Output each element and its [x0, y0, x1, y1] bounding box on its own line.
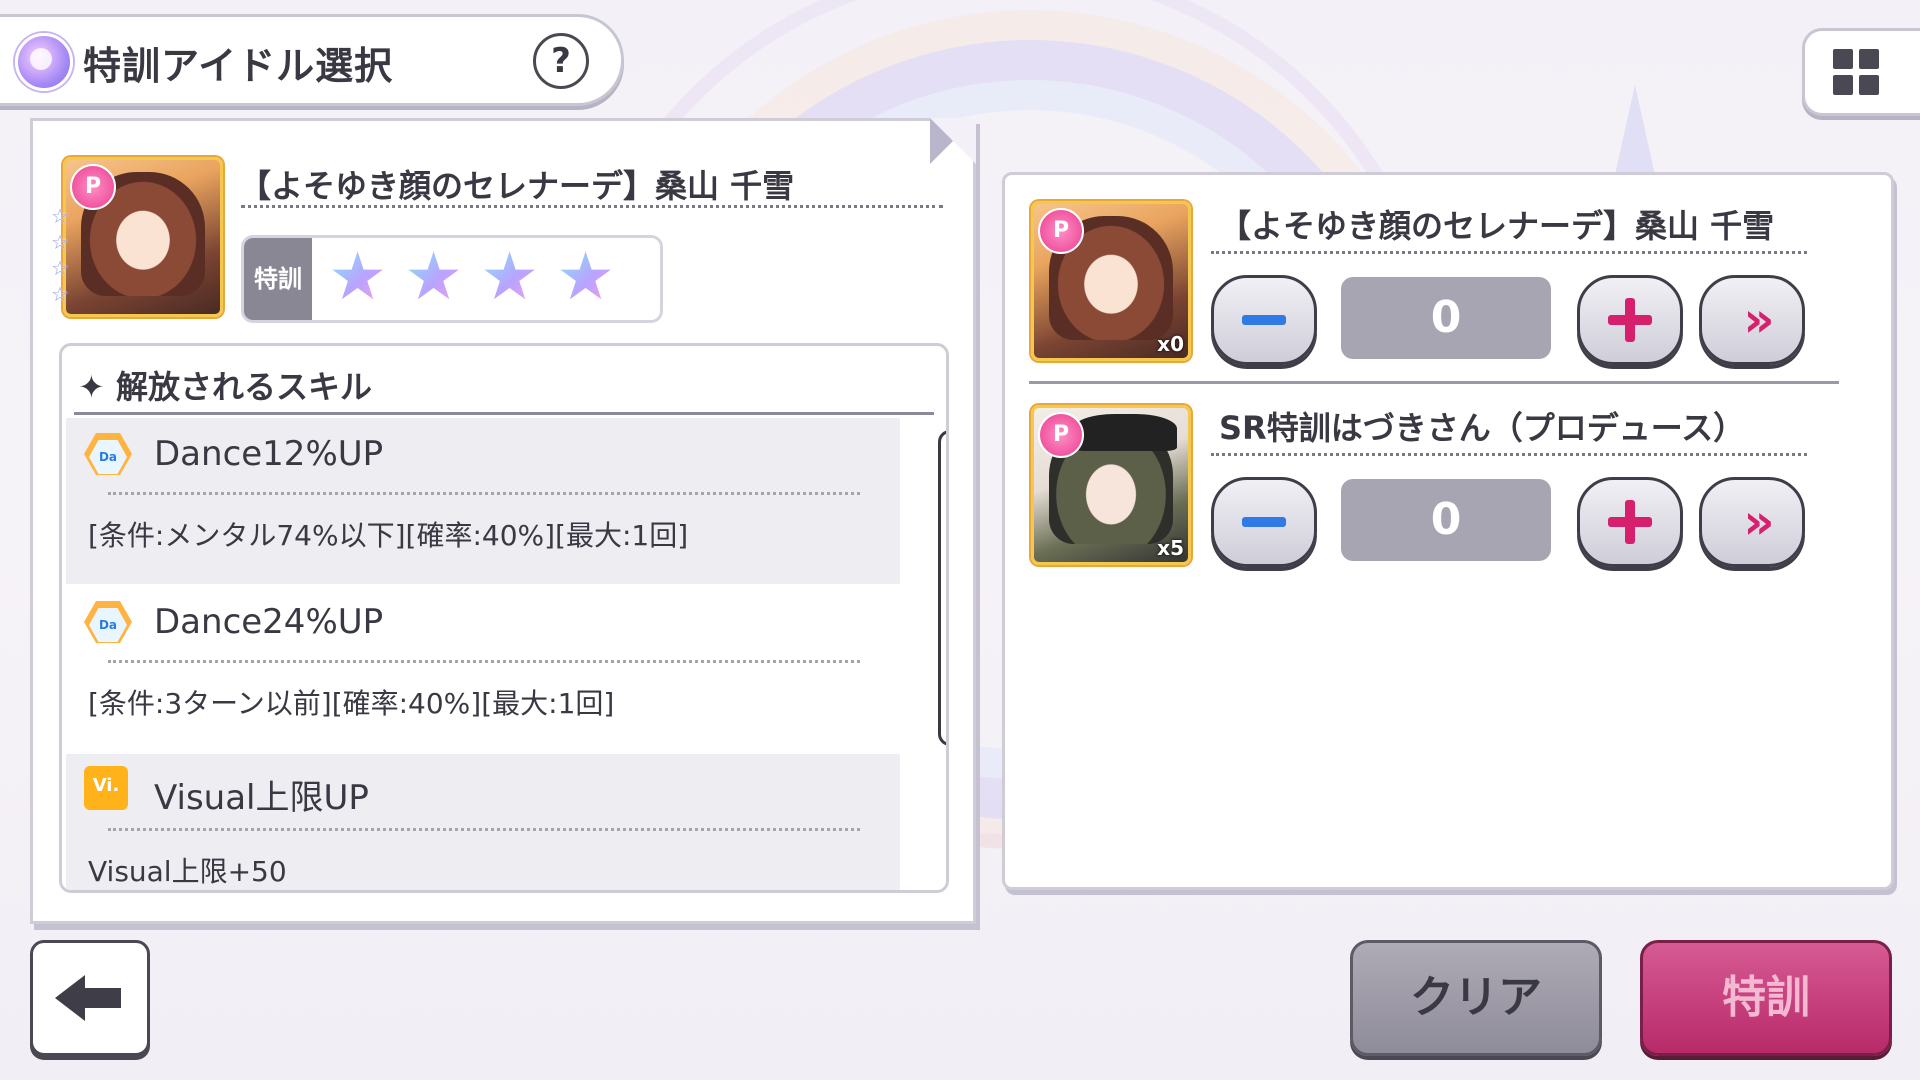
quantity-field[interactable]: 0 — [1341, 277, 1551, 359]
skill-name: Dance24%UP — [154, 602, 384, 642]
quantity-field[interactable]: 0 — [1341, 479, 1551, 561]
decrease-button[interactable] — [1211, 275, 1317, 365]
skill-name: Dance12%UP — [154, 434, 384, 474]
skills-heading: ✦ 解放されるスキル — [78, 368, 372, 406]
name-divider — [241, 205, 943, 208]
dance-up-icon: Da — [84, 598, 132, 646]
dance-up-icon: Da — [84, 430, 132, 478]
skill-item: Vi. Visual上限UP Visual上限+50 — [66, 754, 900, 890]
produce-badge-icon: P — [1038, 412, 1084, 458]
fast-forward-icon: » — [1743, 292, 1774, 348]
idol-detail-panel: P ☆ ☆ ☆ ☆ 【よそゆき顔のセレナーデ】桑山 千雪 特訓 ★ ★ ★ ★ … — [30, 118, 976, 924]
tokkun-star-icon: ★ — [480, 238, 540, 315]
background-spike — [1615, 85, 1655, 175]
grid-icon — [1833, 75, 1853, 95]
minus-icon — [1242, 315, 1286, 325]
name-divider — [1211, 251, 1807, 254]
tokkun-button[interactable]: 特訓 — [1640, 940, 1892, 1056]
owned-count: x5 — [1157, 536, 1184, 560]
grid-icon — [1859, 49, 1879, 69]
grid-icon — [1859, 75, 1879, 95]
material-card-thumbnail[interactable]: P x0 — [1031, 201, 1191, 361]
material-panel: P x0 【よそゆき顔のセレナーデ】桑山 千雪 0 » P x5 SR特訓はづき… — [1002, 172, 1894, 890]
fast-forward-icon: » — [1743, 494, 1774, 550]
back-button[interactable] — [30, 940, 150, 1056]
visual-limit-up-icon: Vi. — [84, 766, 132, 814]
grid-icon — [1833, 49, 1853, 69]
page-fold-corner — [930, 118, 976, 164]
owned-count: x0 — [1157, 332, 1184, 356]
material-name: SR特訓はづきさん（プロデュース） — [1219, 409, 1746, 447]
tokkun-star-icon: ★ — [404, 238, 464, 315]
tokkun-stars-box: 特訓 ★ ★ ★ ★ — [241, 235, 663, 323]
title-bar: 特訓アイドル選択 ? — [0, 14, 624, 106]
plus-icon-vertical — [1625, 500, 1635, 544]
tokkun-star-icon: ★ — [328, 238, 388, 315]
idol-card-thumbnail[interactable]: P — [63, 157, 223, 317]
increase-button[interactable] — [1577, 477, 1683, 567]
star-icon: ☆ — [51, 282, 69, 306]
skill-description: [条件:メンタル74%以下][確率:40%][最大:1回] — [88, 519, 689, 552]
plus-icon-vertical — [1625, 298, 1635, 342]
row-divider — [1029, 381, 1839, 384]
page-title: 特訓アイドル選択 — [83, 44, 394, 88]
skill-description: Visual上限+50 — [88, 855, 287, 888]
material-name: 【よそゆき顔のセレナーデ】桑山 千雪 — [1219, 207, 1775, 245]
tokkun-label: 特訓 — [244, 238, 312, 320]
cap-graphic — [1072, 414, 1178, 452]
max-button[interactable]: » — [1699, 477, 1805, 567]
clear-button[interactable]: クリア — [1350, 940, 1602, 1056]
increase-button[interactable] — [1577, 275, 1683, 365]
help-button[interactable]: ? — [533, 33, 589, 89]
material-card-thumbnail[interactable]: P x5 — [1031, 405, 1191, 565]
skill-divider — [108, 660, 860, 663]
scrollbar-track[interactable] — [946, 441, 949, 889]
decrease-button[interactable] — [1211, 477, 1317, 567]
scrollbar-thumb[interactable] — [938, 430, 946, 746]
menu-grid-button[interactable] — [1802, 28, 1920, 116]
idol-name: 【よそゆき顔のセレナーデ】桑山 千雪 — [239, 167, 795, 205]
skill-divider — [108, 828, 860, 831]
max-button[interactable]: » — [1699, 275, 1805, 365]
skill-item: Da Dance24%UP [条件:3ターン以前][確率:40%][最大:1回] — [66, 586, 900, 752]
produce-badge-icon: P — [1038, 208, 1084, 254]
minus-icon — [1242, 517, 1286, 527]
unlocked-skills-box[interactable]: ✦ 解放されるスキル Da Dance12%UP [条件:メンタル74%以下][… — [59, 343, 949, 893]
back-arrow-tail — [81, 988, 121, 1008]
star-icon: ☆ — [51, 230, 69, 254]
skill-description: [条件:3ターン以前][確率:40%][最大:1回] — [88, 687, 615, 720]
star-icon: ☆ — [51, 256, 69, 280]
rarity-stars: ☆ ☆ ☆ ☆ — [51, 203, 69, 307]
name-divider — [1211, 453, 1807, 456]
skill-name: Visual上限UP — [154, 778, 369, 818]
skill-item: Da Dance12%UP [条件:メンタル74%以下][確率:40%][最大:… — [66, 418, 900, 584]
idol-badge-icon — [15, 33, 73, 91]
tokkun-star-icon: ★ — [556, 238, 616, 315]
star-icon: ☆ — [51, 204, 69, 228]
skill-divider — [108, 492, 860, 495]
skills-heading-divider — [74, 412, 934, 415]
produce-badge-icon: P — [70, 164, 116, 210]
